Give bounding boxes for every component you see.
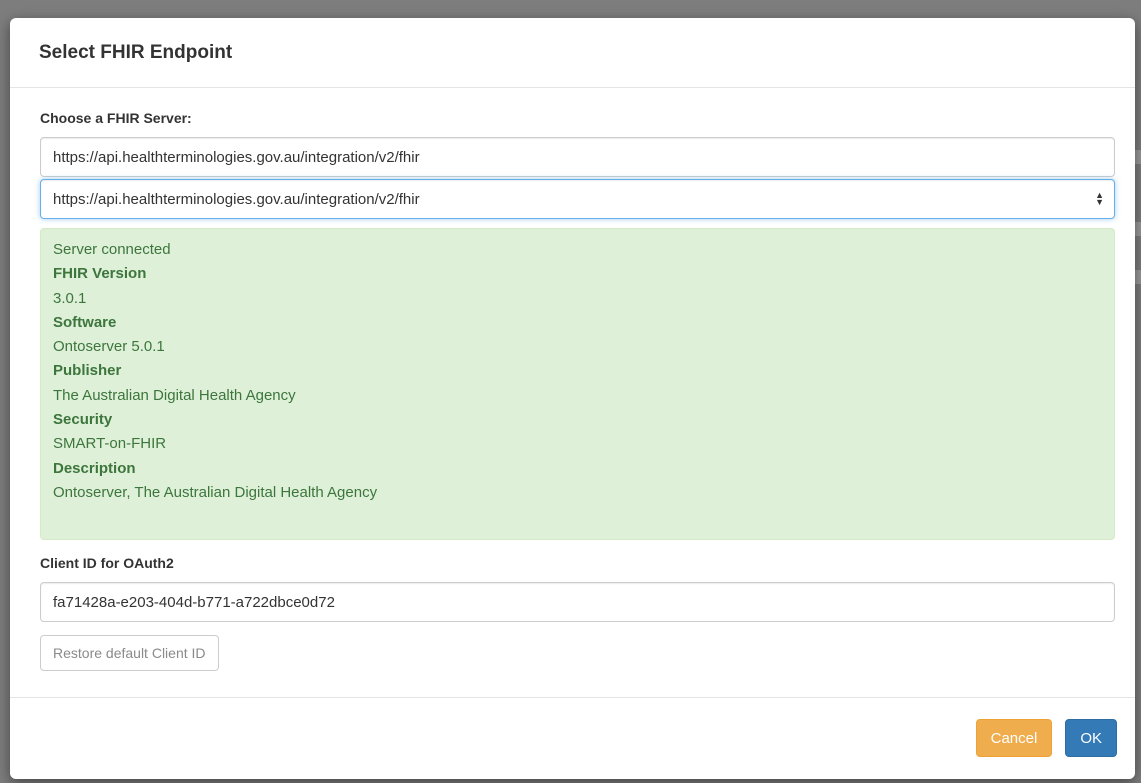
status-value-security: SMART-on-FHIR <box>53 435 167 453</box>
server-label: Choose a FHIR Server: <box>40 110 192 126</box>
backdrop-edge <box>1135 270 1141 284</box>
restore-default-client-id-button[interactable]: Restore default Client ID <box>40 635 219 671</box>
server-select[interactable]: https://api.healthterminologies.gov.au/i… <box>40 179 1115 219</box>
status-key-security: Security <box>53 411 113 429</box>
modal-footer: Cancel OK <box>10 698 1135 778</box>
status-message: Server connected <box>53 241 171 258</box>
status-key-fhir-version: FHIR Version <box>53 265 147 283</box>
backdrop-edge <box>1135 150 1141 164</box>
server-status-alert: Server connected FHIR Version 3.0.1 Soft… <box>40 228 1115 540</box>
status-value-publisher: The Australian Digital Health Agency <box>53 386 296 404</box>
client-id-input[interactable] <box>40 582 1115 622</box>
select-fhir-endpoint-dialog: Select FHIR Endpoint Choose a FHIR Serve… <box>10 18 1135 779</box>
backdrop-edge <box>1135 222 1141 236</box>
ok-button[interactable]: OK <box>1065 719 1117 757</box>
modal-title: Select FHIR Endpoint <box>39 41 233 63</box>
modal-body: Choose a FHIR Server: https://api.health… <box>10 88 1135 698</box>
status-value-fhir-version: 3.0.1 <box>53 289 87 307</box>
server-select-value: https://api.healthterminologies.gov.au/i… <box>53 190 420 208</box>
status-key-publisher: Publisher <box>53 362 122 380</box>
status-value-description: Ontoserver, The Australian Digital Healt… <box>53 483 378 501</box>
select-arrows-icon: ▲ ▼ <box>1095 190 1104 207</box>
client-id-label: Client ID for OAuth2 <box>40 555 174 571</box>
modal-header: Select FHIR Endpoint <box>10 18 1135 88</box>
status-key-software: Software <box>53 313 117 331</box>
status-value-software: Ontoserver 5.0.1 <box>53 338 165 356</box>
server-url-input[interactable] <box>40 137 1115 177</box>
cancel-button[interactable]: Cancel <box>975 719 1053 757</box>
status-key-description: Description <box>53 459 136 477</box>
